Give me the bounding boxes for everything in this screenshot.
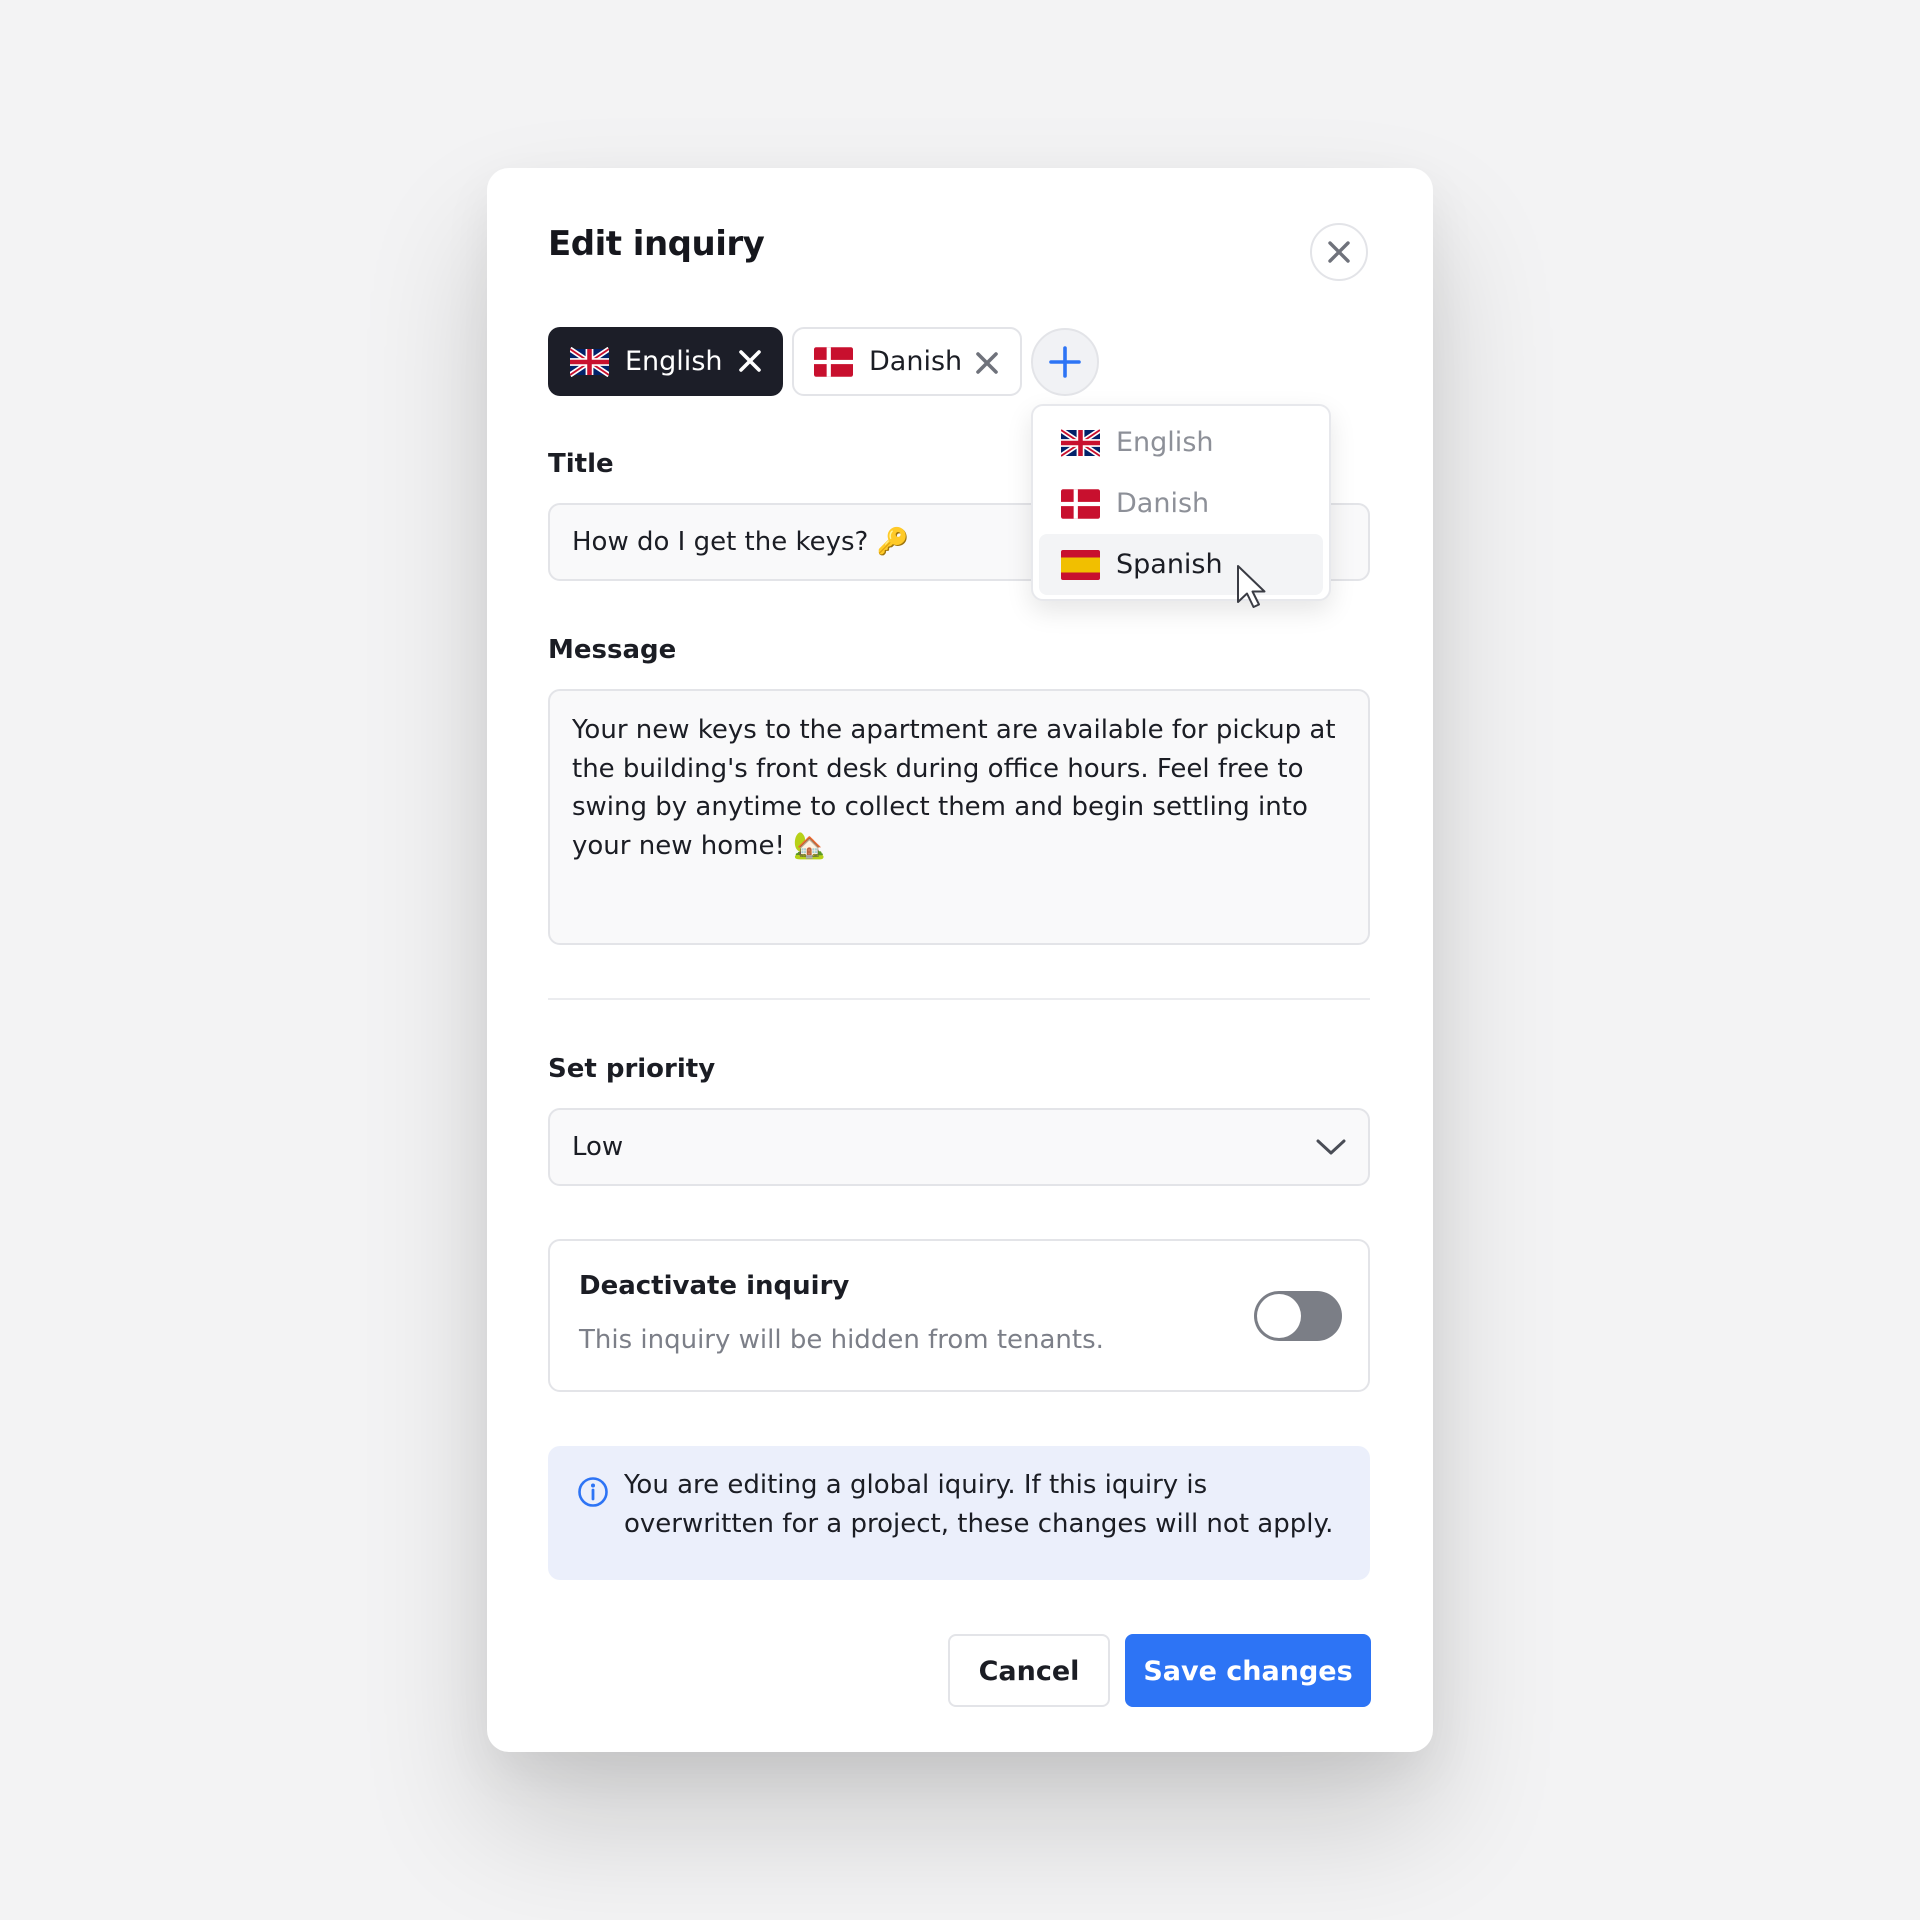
close-icon [1328, 241, 1350, 263]
dropdown-option-spanish[interactable]: Spanish [1039, 534, 1323, 595]
cancel-button[interactable]: Cancel [948, 1634, 1110, 1707]
dropdown-option-label: Spanish [1116, 549, 1223, 580]
uk-flag-icon [1061, 427, 1100, 458]
info-notice-text: You are editing a global iquiry. If this… [624, 1470, 1334, 1539]
dialog-title: Edit inquiry [548, 224, 765, 264]
priority-selected-value: Low [572, 1132, 624, 1162]
chevron-down-icon [1316, 1139, 1346, 1155]
deactivate-toggle[interactable] [1254, 1291, 1342, 1341]
info-notice: You are editing a global iquiry. If this… [548, 1446, 1370, 1580]
section-divider [548, 998, 1370, 1000]
dropdown-option-label: English [1116, 427, 1214, 458]
title-label: Title [548, 449, 614, 479]
denmark-flag-icon [814, 346, 853, 377]
dropdown-option-danish[interactable]: Danish [1039, 473, 1323, 534]
message-label: Message [548, 635, 677, 665]
add-language-button[interactable] [1031, 328, 1099, 396]
close-button[interactable] [1310, 223, 1368, 281]
denmark-flag-icon [1061, 488, 1100, 519]
priority-label: Set priority [548, 1054, 716, 1084]
plus-icon [1049, 346, 1081, 378]
language-dropdown-menu: English Danish Spanish [1031, 404, 1331, 601]
message-textarea[interactable]: Your new keys to the apartment are avail… [548, 689, 1370, 945]
remove-language-icon[interactable] [739, 350, 761, 372]
deactivate-title: Deactivate inquiry [579, 1271, 850, 1301]
remove-language-icon[interactable] [976, 352, 998, 374]
language-tab-label: English [625, 346, 723, 377]
save-changes-button[interactable]: Save changes [1125, 1634, 1371, 1707]
dropdown-option-english[interactable]: English [1039, 412, 1323, 473]
uk-flag-icon [570, 346, 609, 377]
language-tab-label: Danish [869, 346, 963, 377]
dropdown-option-label: Danish [1116, 488, 1210, 519]
info-icon [578, 1477, 608, 1507]
priority-select[interactable]: Low [548, 1108, 1370, 1186]
deactivate-card: Deactivate inquiry This inquiry will be … [548, 1239, 1370, 1392]
toggle-knob [1257, 1294, 1301, 1338]
language-tab-english[interactable]: English [548, 327, 783, 396]
language-tab-danish[interactable]: Danish [792, 327, 1022, 396]
deactivate-description: This inquiry will be hidden from tenants… [579, 1325, 1104, 1355]
spain-flag-icon [1061, 549, 1100, 580]
